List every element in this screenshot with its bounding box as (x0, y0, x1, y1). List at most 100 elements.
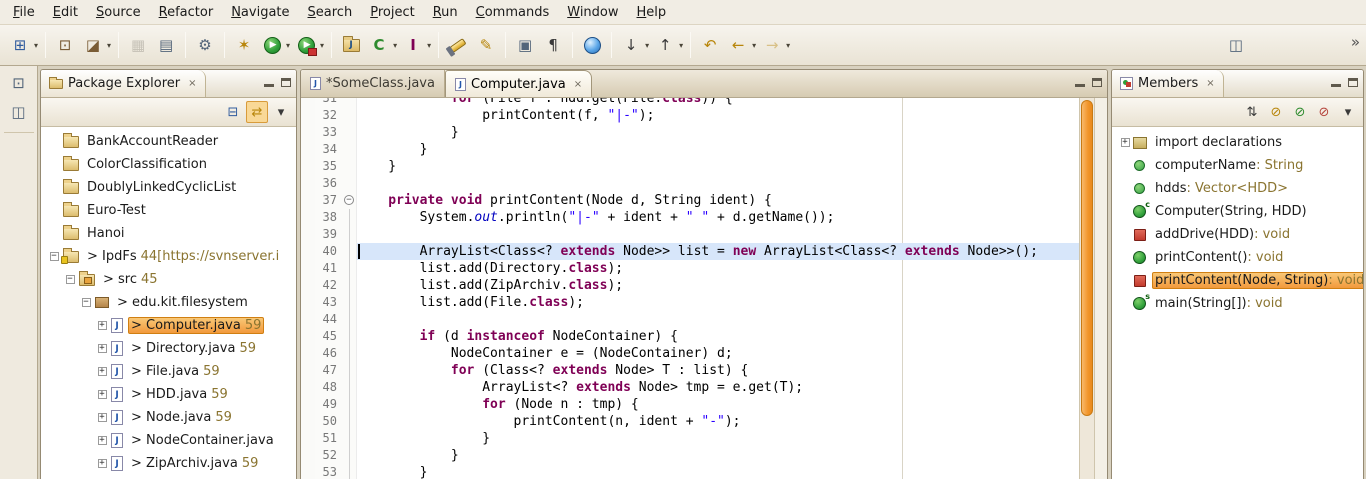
forward-button[interactable]: → (759, 32, 785, 58)
close-view-icon[interactable]: × (1206, 78, 1214, 89)
code-line[interactable]: 47for (Class<? extends Node> T : list) { (301, 362, 1079, 379)
new-wizard-button[interactable]: ⊞ (7, 32, 33, 58)
hide-fields-button[interactable]: ⊘ (1265, 101, 1287, 123)
formatting-marks-button[interactable]: ¶ (540, 32, 566, 58)
code-line[interactable]: 37−private void printContent(Node d, Str… (301, 192, 1079, 209)
expander-minus[interactable]: − (79, 298, 93, 307)
previous-annotation-button[interactable]: ↑ (652, 32, 678, 58)
previous-annotation-dropdown[interactable]: ▾ (679, 41, 683, 50)
search-button[interactable] (445, 32, 471, 58)
back-dropdown[interactable]: ▾ (752, 41, 756, 50)
menu-item-run[interactable]: Run (424, 2, 467, 23)
code-line[interactable]: 32printContent(f, "|-"); (301, 107, 1079, 124)
minimize-editor-button[interactable] (1075, 78, 1085, 87)
tree-row[interactable]: −> src45 (41, 268, 296, 291)
hide-non-public-members-button[interactable]: ⊘ (1313, 101, 1335, 123)
tree-row[interactable]: −> IpdFs44 [https://svnserver.i (41, 245, 296, 268)
next-annotation-dropdown[interactable]: ▾ (645, 41, 649, 50)
code-line[interactable]: 49for (Node n : tmp) { (301, 396, 1079, 413)
link-with-editor-button[interactable]: ⇄ (246, 101, 268, 123)
member-row[interactable]: printContent(Node, String) : void (1118, 269, 1363, 292)
code-line[interactable]: 44 (301, 311, 1079, 328)
expander-plus[interactable]: + (95, 413, 109, 422)
print-button[interactable]: ▤ (153, 32, 179, 58)
menu-item-source[interactable]: Source (87, 2, 150, 23)
expander-plus[interactable]: + (95, 390, 109, 399)
import-button[interactable]: ◪ (80, 32, 106, 58)
member-row[interactable]: addDrive(HDD) : void (1118, 223, 1363, 246)
forward-dropdown[interactable]: ▾ (786, 41, 790, 50)
scrollbar-thumb[interactable] (1081, 100, 1093, 416)
code-line[interactable]: 53} (301, 464, 1079, 479)
menu-item-window[interactable]: Window (558, 2, 627, 23)
code-line[interactable]: 36 (301, 175, 1079, 192)
code-line[interactable]: 46NodeContainer e = (NodeContainer) d; (301, 345, 1079, 362)
code-line[interactable]: 41list.add(Directory.class); (301, 260, 1079, 277)
editor-tab-someclass-java[interactable]: J*SomeClass.java (301, 70, 445, 97)
menu-item-commands[interactable]: Commands (467, 2, 559, 23)
last-edit-location-button[interactable]: ↶ (697, 32, 723, 58)
tree-row[interactable]: ColorClassification (41, 153, 296, 176)
import-dropdown[interactable]: ▾ (107, 41, 111, 50)
hide-static-members-button[interactable]: ⊘ (1289, 101, 1311, 123)
back-button[interactable]: ← (725, 32, 751, 58)
tree-row[interactable]: Euro-Test (41, 199, 296, 222)
web-browser-button[interactable] (579, 32, 605, 58)
maximize-editor-button[interactable] (1092, 78, 1102, 87)
expander-plus[interactable]: + (95, 344, 109, 353)
code-line[interactable]: 40ArrayList<Class<? extends Node>> list … (301, 243, 1079, 260)
package-explorer-tab[interactable]: Package Explorer × (41, 70, 206, 97)
expander-plus[interactable]: + (95, 367, 109, 376)
code-line[interactable]: 48ArrayList<? extends Node> tmp = e.get(… (301, 379, 1079, 396)
mark-occurrences-button[interactable]: ✎ (473, 32, 499, 58)
external-tools-dropdown[interactable]: ▾ (320, 41, 324, 50)
maximize-view-button[interactable] (1348, 78, 1358, 87)
menu-item-navigate[interactable]: Navigate (222, 2, 298, 23)
editor-vertical-scrollbar[interactable] (1079, 98, 1094, 479)
editor-body[interactable]: 31for (File f : hdd.get(File.class)) {32… (301, 98, 1107, 479)
show-whitespace-button[interactable]: ▣ (512, 32, 538, 58)
fastview-toggle-button[interactable]: ◫ (5, 99, 32, 125)
code-line[interactable]: 50printContent(n, ident + "-"); (301, 413, 1079, 430)
code-line[interactable]: 35} (301, 158, 1079, 175)
code-line[interactable]: 33} (301, 124, 1079, 141)
members-tab[interactable]: Members × (1112, 70, 1224, 97)
expander-minus[interactable]: − (47, 252, 61, 261)
magic-wand-button[interactable]: ✶ (231, 32, 257, 58)
new-java-project-button[interactable]: J (338, 32, 364, 58)
new-interface-dropdown[interactable]: ▾ (427, 41, 431, 50)
member-row[interactable]: computerName : String (1118, 154, 1363, 177)
external-tools-button[interactable]: ▶ (293, 32, 319, 58)
view-menu-button[interactable]: ▾ (1337, 101, 1359, 123)
sort-members-button[interactable]: ⇅ (1241, 101, 1263, 123)
close-view-icon[interactable]: × (188, 78, 196, 89)
new-class-button[interactable]: C (366, 32, 392, 58)
build-all-button[interactable]: ⚙ (192, 32, 218, 58)
tree-row[interactable]: +J> NodeContainer.java (41, 429, 296, 452)
code-line[interactable]: 34} (301, 141, 1079, 158)
code-line[interactable]: 31for (File f : hdd.get(File.class)) { (301, 98, 1079, 107)
expander-plus[interactable]: + (1118, 138, 1132, 147)
tree-row[interactable]: Hanoi (41, 222, 296, 245)
code-line[interactable]: 39 (301, 226, 1079, 243)
code-line[interactable]: 52} (301, 447, 1079, 464)
code-line[interactable]: 45if (d instanceof NodeContainer) { (301, 328, 1079, 345)
close-tab-icon[interactable]: × (574, 79, 582, 90)
expander-plus[interactable]: + (95, 321, 109, 330)
run-dropdown[interactable]: ▾ (286, 41, 290, 50)
tree-row[interactable]: +J> ZipArchiv.java59 (41, 452, 296, 475)
tree-row[interactable]: +J> Node.java59 (41, 406, 296, 429)
minimize-view-button[interactable] (1331, 78, 1341, 87)
fold-collapse-icon[interactable]: − (344, 195, 354, 205)
menu-item-project[interactable]: Project (361, 2, 424, 23)
member-row[interactable]: hdds : Vector<HDD> (1118, 177, 1363, 200)
tree-row[interactable]: +J> Directory.java59 (41, 337, 296, 360)
tree-row[interactable]: BankAccountReader (41, 130, 296, 153)
code-line[interactable]: 43list.add(File.class); (301, 294, 1079, 311)
expander-plus[interactable]: + (95, 459, 109, 468)
minimize-view-button[interactable] (264, 78, 274, 87)
editor-tab-computer-java[interactable]: JComputer.java× (445, 70, 592, 97)
tree-row[interactable]: +J> HDD.java59 (41, 383, 296, 406)
code-line[interactable]: 42list.add(ZipArchiv.class); (301, 277, 1079, 294)
expander-minus[interactable]: − (63, 275, 77, 284)
